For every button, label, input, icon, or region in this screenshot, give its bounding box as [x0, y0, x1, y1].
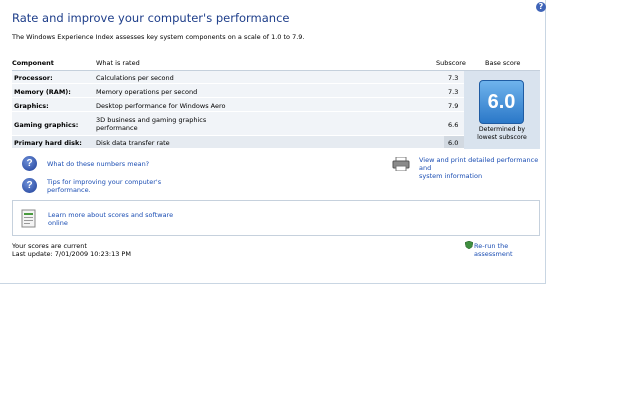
row-subscore: 6.0 — [448, 139, 459, 147]
tips-link-line2: performance. — [47, 186, 91, 194]
score-table: Processor: Calculations per second 7.3 M… — [12, 71, 540, 149]
row-rated: Calculations per second — [96, 74, 174, 82]
row-rated: Desktop performance for Windows Aero — [96, 102, 226, 110]
base-caption-line1: Determined by — [478, 126, 526, 133]
question-icon: ? — [22, 178, 37, 193]
base-score-badge: 6.0 — [479, 80, 524, 124]
row-rated-line2: performance — [96, 124, 138, 132]
page-title: Rate and improve your computer's perform… — [12, 11, 290, 25]
header-component: Component — [12, 59, 54, 67]
printer-icon — [392, 157, 410, 171]
table-row: Memory (RAM): Memory operations per seco… — [12, 84, 464, 98]
view-print-line1: View and print detailed performance and — [419, 156, 539, 172]
page-description: The Windows Experience Index assesses ke… — [12, 33, 305, 41]
row-component: Processor: — [14, 74, 53, 82]
learn-more-line2: online — [48, 219, 68, 227]
base-score-caption: Determined by lowest subscore — [472, 126, 532, 142]
question-icon: ? — [22, 156, 37, 171]
row-subscore: 6.6 — [448, 121, 459, 129]
view-print-line2: system information — [419, 172, 483, 180]
table-row: Graphics: Desktop performance for Window… — [12, 98, 464, 112]
row-component: Memory (RAM): — [14, 88, 71, 96]
header-subscore: Subscore — [436, 59, 466, 67]
help-icon[interactable]: ? — [536, 2, 546, 12]
rerun-assessment-link[interactable]: Re-run the assessment — [474, 242, 545, 258]
scores-current-text: Your scores are current — [12, 242, 87, 250]
table-row: Processor: Calculations per second 7.3 — [12, 71, 464, 84]
header-base-score: Base score — [485, 59, 521, 67]
row-subscore: 7.3 — [448, 74, 459, 82]
tips-link[interactable]: Tips for improving your computer's perfo… — [47, 178, 161, 194]
header-what-is-rated: What is rated — [96, 59, 140, 67]
table-row: Gaming graphics: 3D business and gaming … — [12, 112, 464, 136]
view-print-link[interactable]: View and print detailed performance and … — [419, 156, 545, 180]
last-update-text: Last update: 7/01/2009 10:23:13 PM — [12, 250, 131, 258]
document-icon — [21, 209, 36, 228]
row-subscore: 7.9 — [448, 102, 459, 110]
row-subscore: 7.3 — [448, 88, 459, 96]
row-component: Gaming graphics: — [14, 121, 79, 129]
row-rated: Memory operations per second — [96, 88, 198, 96]
score-status: Your scores are current Last update: 7/0… — [12, 242, 131, 258]
row-rated: Disk data transfer rate — [96, 139, 170, 147]
row-component: Graphics: — [14, 102, 49, 110]
learn-more-link[interactable]: Learn more about scores and software onl… — [48, 211, 173, 227]
table-row: Primary hard disk: Disk data transfer ra… — [12, 136, 464, 149]
tips-link-line1: Tips for improving your computer's — [47, 178, 162, 186]
row-component: Primary hard disk: — [14, 139, 82, 147]
learn-more-line1: Learn more about scores and software — [48, 211, 174, 219]
shield-icon — [465, 241, 473, 249]
row-rated: 3D business and gaming graphics — [96, 116, 207, 124]
what-numbers-mean-link[interactable]: What do these numbers mean? — [47, 160, 149, 168]
base-caption-line2: lowest subscore — [477, 134, 527, 141]
performance-panel: ? Rate and improve your computer's perfo… — [0, 0, 546, 284]
learn-more-box: Learn more about scores and software onl… — [12, 200, 540, 236]
